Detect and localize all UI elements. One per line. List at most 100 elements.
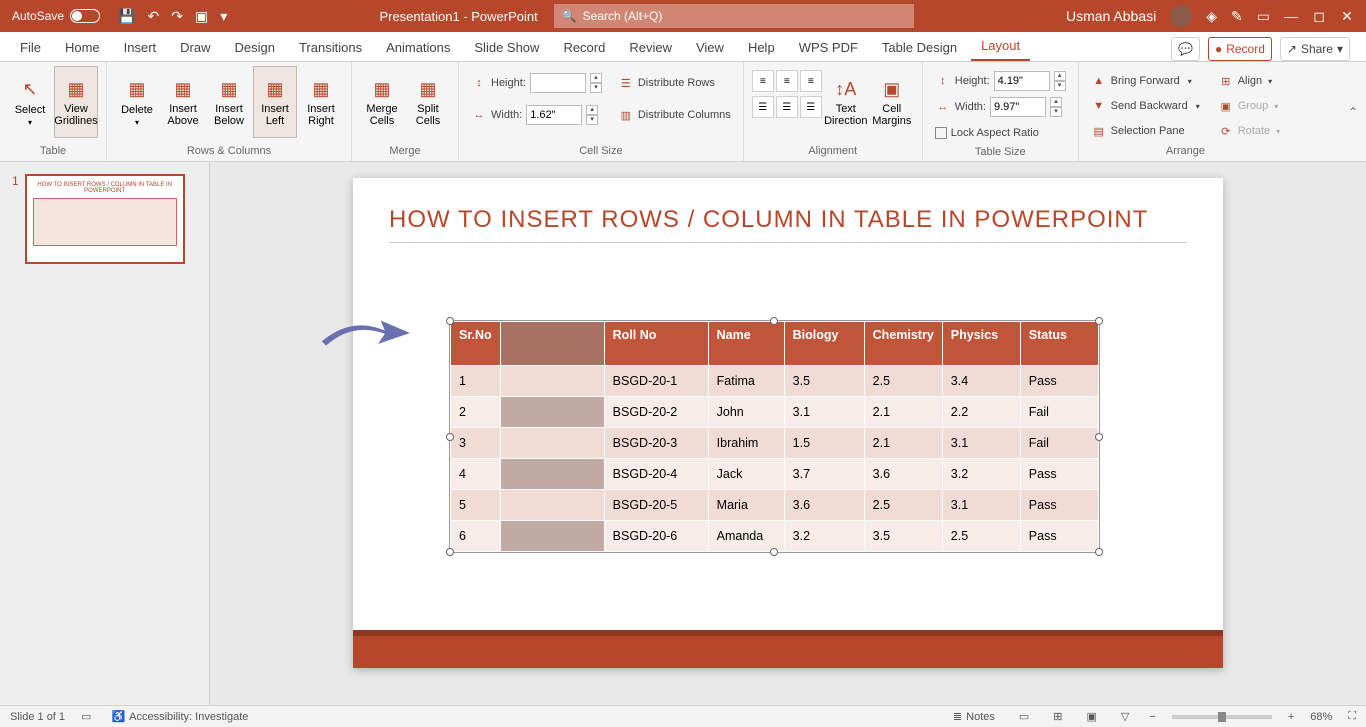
table-width-field[interactable]: ↔Width:▴▾: [931, 96, 1070, 118]
data-table[interactable]: Sr.NoRoll NoNameBiologyChemistryPhysicsS…: [450, 321, 1099, 552]
slide[interactable]: HOW TO INSERT ROWS / COLUMN IN TABLE IN …: [353, 178, 1223, 668]
spin-up[interactable]: ▴: [1050, 97, 1062, 107]
record-button[interactable]: ●Record: [1208, 37, 1272, 61]
resize-handle[interactable]: [1095, 317, 1103, 325]
tab-transitions[interactable]: Transitions: [289, 34, 372, 61]
table-cell[interactable]: [500, 521, 604, 552]
reading-view-button[interactable]: ▣: [1083, 710, 1101, 723]
align-button[interactable]: ⊞Align▾: [1214, 70, 1284, 92]
table-cell[interactable]: Maria: [708, 490, 784, 521]
tab-file[interactable]: File: [10, 34, 51, 61]
table-width-input[interactable]: [990, 97, 1046, 117]
table-cell[interactable]: BSGD-20-4: [604, 459, 708, 490]
table-cell[interactable]: 2.5: [864, 366, 942, 397]
spin-up[interactable]: ▴: [1054, 71, 1066, 81]
resize-handle[interactable]: [446, 548, 454, 556]
align-right-button[interactable]: ≡: [800, 70, 822, 92]
table-cell[interactable]: [500, 490, 604, 521]
slideshow-start-icon[interactable]: ▣: [195, 8, 208, 25]
table-header-cell[interactable]: Sr.No: [451, 322, 501, 366]
table-cell[interactable]: Jack: [708, 459, 784, 490]
normal-view-button[interactable]: ▭: [1015, 710, 1033, 723]
merge-cells-button[interactable]: ▦Merge Cells: [360, 66, 404, 138]
table-header-cell[interactable]: Status: [1020, 322, 1098, 366]
close-button[interactable]: ✕: [1340, 9, 1354, 23]
table-cell[interactable]: 3.1: [942, 428, 1020, 459]
align-middle-button[interactable]: ☰: [776, 96, 798, 118]
table-header-cell[interactable]: Chemistry: [864, 322, 942, 366]
spin-down[interactable]: ▾: [1054, 81, 1066, 91]
table-header-cell[interactable]: Roll No: [604, 322, 708, 366]
minimize-button[interactable]: —: [1284, 9, 1298, 23]
sorter-view-button[interactable]: ⊞: [1049, 710, 1066, 723]
cell-width-field[interactable]: ↔Width:▴▾: [467, 104, 606, 126]
table-cell[interactable]: Pass: [1020, 521, 1098, 552]
avatar[interactable]: [1170, 5, 1192, 27]
collapse-ribbon-button[interactable]: ⌃: [1340, 101, 1366, 123]
tab-wps-pdf[interactable]: WPS PDF: [789, 34, 868, 61]
tab-design[interactable]: Design: [225, 34, 285, 61]
text-direction-button[interactable]: ↕AText Direction: [824, 66, 868, 138]
insert-right-button[interactable]: ▦Insert Right: [299, 66, 343, 138]
table-object[interactable]: Sr.NoRoll NoNameBiologyChemistryPhysicsS…: [449, 320, 1100, 553]
align-top-button[interactable]: ☰: [752, 96, 774, 118]
lock-aspect-checkbox[interactable]: Lock Aspect Ratio: [931, 122, 1070, 144]
select-button[interactable]: ↖Select▾: [8, 66, 52, 138]
table-cell[interactable]: BSGD-20-3: [604, 428, 708, 459]
cell-height-field[interactable]: ↕Height:▴▾: [467, 72, 606, 94]
notes-status-icon[interactable]: ▭: [81, 710, 91, 723]
table-cell[interactable]: 3: [451, 428, 501, 459]
view-gridlines-button[interactable]: ▦View Gridlines: [54, 66, 98, 138]
table-cell[interactable]: 6: [451, 521, 501, 552]
split-cells-button[interactable]: ▦Split Cells: [406, 66, 450, 138]
tab-view[interactable]: View: [686, 34, 734, 61]
table-cell[interactable]: 3.2: [784, 521, 864, 552]
insert-below-button[interactable]: ▦Insert Below: [207, 66, 251, 138]
slide-title[interactable]: HOW TO INSERT ROWS / COLUMN IN TABLE IN …: [389, 206, 1187, 234]
table-cell[interactable]: 3.4: [942, 366, 1020, 397]
resize-handle[interactable]: [446, 433, 454, 441]
table-cell[interactable]: BSGD-20-5: [604, 490, 708, 521]
table-header-cell[interactable]: Biology: [784, 322, 864, 366]
insert-left-button[interactable]: ▦Insert Left: [253, 66, 297, 138]
zoom-out-button[interactable]: −: [1149, 711, 1155, 723]
tab-layout[interactable]: Layout: [971, 32, 1030, 61]
group-button[interactable]: ▣Group▾: [1214, 95, 1284, 117]
table-header-cell[interactable]: Name: [708, 322, 784, 366]
table-row[interactable]: 6BSGD-20-6Amanda3.23.52.5Pass: [451, 521, 1099, 552]
diamond-icon[interactable]: ◈: [1206, 8, 1217, 25]
table-cell[interactable]: 3.1: [784, 397, 864, 428]
table-cell[interactable]: Fatima: [708, 366, 784, 397]
zoom-slider[interactable]: [1172, 715, 1272, 719]
distribute-rows-button[interactable]: ☰Distribute Rows: [614, 72, 735, 94]
table-cell[interactable]: [500, 459, 604, 490]
slide-canvas[interactable]: HOW TO INSERT ROWS / COLUMN IN TABLE IN …: [210, 162, 1366, 705]
search-input[interactable]: 🔍 Search (Alt+Q): [554, 4, 914, 28]
tab-draw[interactable]: Draw: [170, 34, 220, 61]
table-cell[interactable]: 2.1: [864, 397, 942, 428]
table-cell[interactable]: BSGD-20-2: [604, 397, 708, 428]
delete-button[interactable]: ▦Delete▾: [115, 66, 159, 138]
tab-record[interactable]: Record: [553, 34, 615, 61]
zoom-in-button[interactable]: +: [1288, 711, 1294, 723]
table-row[interactable]: 3BSGD-20-3Ibrahim1.52.13.1Fail: [451, 428, 1099, 459]
table-height-input[interactable]: [994, 71, 1050, 91]
undo-icon[interactable]: ↶: [147, 8, 159, 25]
accessibility-button[interactable]: ♿Accessibility: Investigate: [107, 710, 252, 723]
align-center-button[interactable]: ≡: [776, 70, 798, 92]
zoom-level[interactable]: 68%: [1310, 711, 1332, 723]
spin-up[interactable]: ▴: [586, 105, 598, 115]
table-row[interactable]: 1BSGD-20-1Fatima3.52.53.4Pass: [451, 366, 1099, 397]
table-cell[interactable]: Fail: [1020, 397, 1098, 428]
table-cell[interactable]: 3.6: [784, 490, 864, 521]
tab-review[interactable]: Review: [619, 34, 682, 61]
table-cell[interactable]: 3.1: [942, 490, 1020, 521]
table-cell[interactable]: 2.5: [864, 490, 942, 521]
table-row[interactable]: 4BSGD-20-4Jack3.73.63.2Pass: [451, 459, 1099, 490]
tab-animations[interactable]: Animations: [376, 34, 460, 61]
align-bottom-button[interactable]: ☰: [800, 96, 822, 118]
wand-icon[interactable]: ✎: [1231, 8, 1243, 25]
autosave-toggle[interactable]: AutoSave: [12, 9, 100, 23]
table-cell[interactable]: BSGD-20-6: [604, 521, 708, 552]
user-name[interactable]: Usman Abbasi: [1066, 8, 1156, 24]
